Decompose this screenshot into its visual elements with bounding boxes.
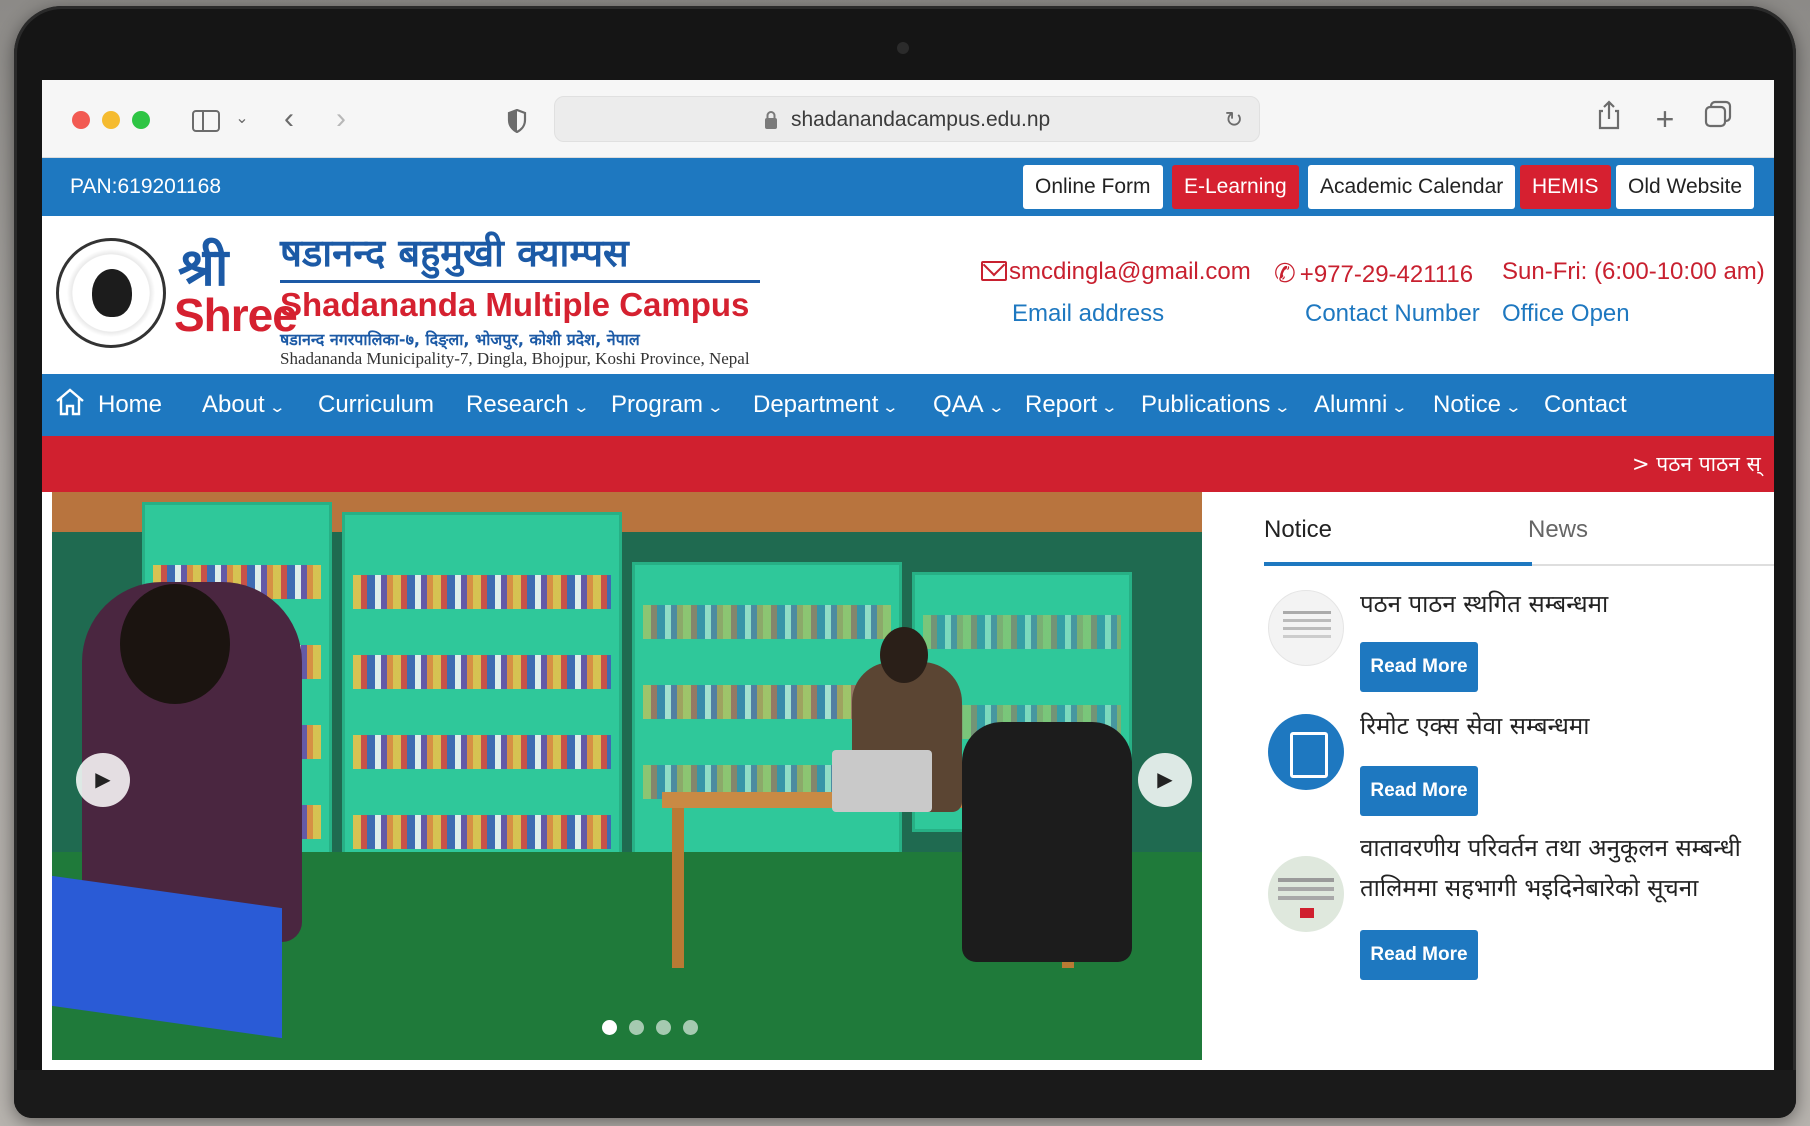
chevron-down-icon: ⌄ bbox=[881, 399, 900, 416]
slider-dot[interactable] bbox=[656, 1020, 671, 1035]
email-label: Email address bbox=[1012, 300, 1165, 327]
address-nepali: षडानन्द नगरपालिका-७, दिङ्ला, भोजपुर, कोश… bbox=[280, 330, 640, 349]
webcam bbox=[897, 42, 909, 54]
main-navigation: Home About ⌄ Curriculum Research ⌄ Program… bbox=[42, 374, 1774, 436]
back-arrow-icon[interactable]: ‹ bbox=[274, 100, 304, 138]
notice-title[interactable]: पठन पाठन स्थगित सम्बन्धमा bbox=[1360, 584, 1770, 624]
laptop-on-desk bbox=[832, 750, 932, 812]
active-tab-indicator bbox=[1264, 562, 1532, 566]
reload-icon[interactable]: ↻ bbox=[1225, 97, 1243, 143]
privacy-shield-icon[interactable] bbox=[502, 100, 532, 138]
nav-home[interactable]: Home bbox=[54, 374, 162, 436]
e-learning-button[interactable]: E-Learning bbox=[1172, 165, 1299, 209]
nav-publications[interactable]: Publications ⌄ bbox=[1141, 374, 1292, 439]
chevron-down-icon: ⌄ bbox=[1273, 399, 1292, 416]
phone-icon: ✆ bbox=[1274, 258, 1296, 288]
chevron-down-icon: ⌄ bbox=[572, 399, 590, 416]
nav-report[interactable]: Report ⌄ bbox=[1025, 374, 1119, 439]
forward-arrow-icon[interactable]: › bbox=[326, 100, 356, 138]
new-tab-icon[interactable]: + bbox=[1650, 100, 1680, 138]
seated-person-head bbox=[880, 627, 928, 683]
tab-overview-icon[interactable] bbox=[1702, 100, 1734, 138]
office-chair bbox=[962, 722, 1132, 962]
browser-toolbar: ⌄ ‹ › shadanandacampus.edu.np ↻ + bbox=[42, 80, 1774, 158]
slider-dot[interactable] bbox=[602, 1020, 617, 1035]
nav-program[interactable]: Program ⌄ bbox=[611, 374, 725, 439]
standing-person-head bbox=[120, 584, 230, 704]
top-info-bar: PAN:619201168 Online Form E-Learning Aca… bbox=[42, 158, 1774, 216]
notice-title[interactable]: रिमोट एक्स सेवा सम्बन्धमा bbox=[1360, 706, 1770, 746]
title-divider bbox=[280, 280, 760, 283]
read-more-button[interactable]: Read More bbox=[1360, 766, 1478, 816]
campus-logo[interactable] bbox=[56, 238, 166, 348]
tab-news[interactable]: News bbox=[1528, 516, 1588, 544]
nav-alumni[interactable]: Alumni ⌄ bbox=[1314, 374, 1409, 439]
academic-calendar-button[interactable]: Academic Calendar bbox=[1308, 165, 1516, 209]
email-contact[interactable]: smcdingla@gmail.com bbox=[981, 258, 1251, 286]
chevron-down-icon: ⌄ bbox=[268, 399, 286, 416]
close-window-button[interactable] bbox=[72, 111, 90, 129]
chevron-down-icon: ⌄ bbox=[987, 399, 1005, 416]
address-english: Shadananda Municipality-7, Dingla, Bhojp… bbox=[280, 349, 750, 368]
nav-about[interactable]: About ⌄ bbox=[202, 374, 286, 439]
chevron-down-icon: ⌄ bbox=[1504, 399, 1523, 416]
mail-icon bbox=[981, 261, 1007, 281]
url-text: shadanandacampus.edu.np bbox=[791, 108, 1051, 131]
share-icon[interactable] bbox=[1594, 100, 1624, 138]
phone-label: Contact Number bbox=[1305, 300, 1480, 327]
nav-contact[interactable]: Contact bbox=[1544, 374, 1627, 436]
email-value: smcdingla@gmail.com bbox=[1009, 258, 1251, 285]
tab-notice[interactable]: Notice bbox=[1264, 516, 1332, 544]
slider-dot[interactable] bbox=[629, 1020, 644, 1035]
nav-notice[interactable]: Notice ⌄ bbox=[1433, 374, 1523, 439]
read-more-button[interactable]: Read More bbox=[1360, 930, 1478, 980]
pan-number: PAN:619201168 bbox=[70, 175, 222, 198]
office-hours-label: Office Open bbox=[1502, 300, 1630, 327]
nav-qaa[interactable]: QAA ⌄ bbox=[933, 374, 1005, 439]
slider-dot[interactable] bbox=[683, 1020, 698, 1035]
home-icon bbox=[56, 388, 84, 416]
ticker-text[interactable]: > पठन पाठन स् bbox=[1632, 436, 1761, 492]
slider-dots bbox=[602, 1020, 710, 1040]
online-form-button[interactable]: Online Form bbox=[1023, 165, 1163, 209]
chevron-down-icon[interactable]: ⌄ bbox=[232, 100, 252, 138]
campus-name-english: Shadananda Multiple Campus bbox=[280, 286, 750, 323]
laptop-bottom bbox=[14, 1070, 1796, 1118]
chevron-down-icon: ⌄ bbox=[706, 399, 725, 416]
notice-thumbnail[interactable] bbox=[1268, 590, 1344, 666]
nav-curriculum[interactable]: Curriculum bbox=[318, 374, 434, 436]
minimize-window-button[interactable] bbox=[102, 111, 120, 129]
read-more-button[interactable]: Read More bbox=[1360, 642, 1478, 692]
phone-value: +977-29-421116 bbox=[1299, 261, 1474, 288]
slider-prev-button[interactable]: ▶ bbox=[76, 753, 130, 807]
office-hours: Sun-Fri: (6:00-10:00 am) bbox=[1502, 258, 1765, 285]
notice-thumbnail[interactable] bbox=[1268, 856, 1344, 932]
nav-department[interactable]: Department ⌄ bbox=[753, 374, 900, 439]
nav-research[interactable]: Research ⌄ bbox=[466, 374, 590, 439]
shree-english: Shree bbox=[174, 289, 298, 341]
campus-name-nepali: षडानन्द बहुमुखी क्याम्पस bbox=[280, 231, 629, 275]
desk-leg bbox=[672, 808, 684, 968]
browser-window: ⌄ ‹ › shadanandacampus.edu.np ↻ + PAN:61… bbox=[42, 80, 1774, 1070]
lock-icon bbox=[765, 111, 777, 129]
phone-contact[interactable]: ✆ +977-29-421116 bbox=[1274, 258, 1473, 289]
sidebar-toggle-icon[interactable] bbox=[190, 100, 222, 138]
slider-next-button[interactable]: ▶ bbox=[1138, 753, 1192, 807]
hemis-button[interactable]: HEMIS bbox=[1520, 165, 1611, 209]
notice-title[interactable]: वातावरणीय परिवर्तन तथा अनुकूलन सम्बन्धी … bbox=[1360, 828, 1770, 908]
address-bar[interactable]: shadanandacampus.edu.np ↻ bbox=[554, 96, 1260, 142]
hero-slider: ▶ ▶ bbox=[52, 492, 1202, 1060]
notice-thumbnail[interactable] bbox=[1268, 714, 1344, 790]
news-ticker: > पठन पाठन स् bbox=[42, 436, 1774, 492]
site-header: श्री Shree षडानन्द बहुमुखी क्याम्पस Shad… bbox=[42, 216, 1774, 374]
chevron-down-icon: ⌄ bbox=[1100, 399, 1119, 416]
old-website-button[interactable]: Old Website bbox=[1616, 165, 1754, 209]
chevron-down-icon: ⌄ bbox=[1390, 399, 1409, 416]
notice-news-panel: Notice News पठन पाठन स्थगित सम्बन्धमा Re… bbox=[1222, 492, 1774, 1070]
zoom-window-button[interactable] bbox=[132, 111, 150, 129]
